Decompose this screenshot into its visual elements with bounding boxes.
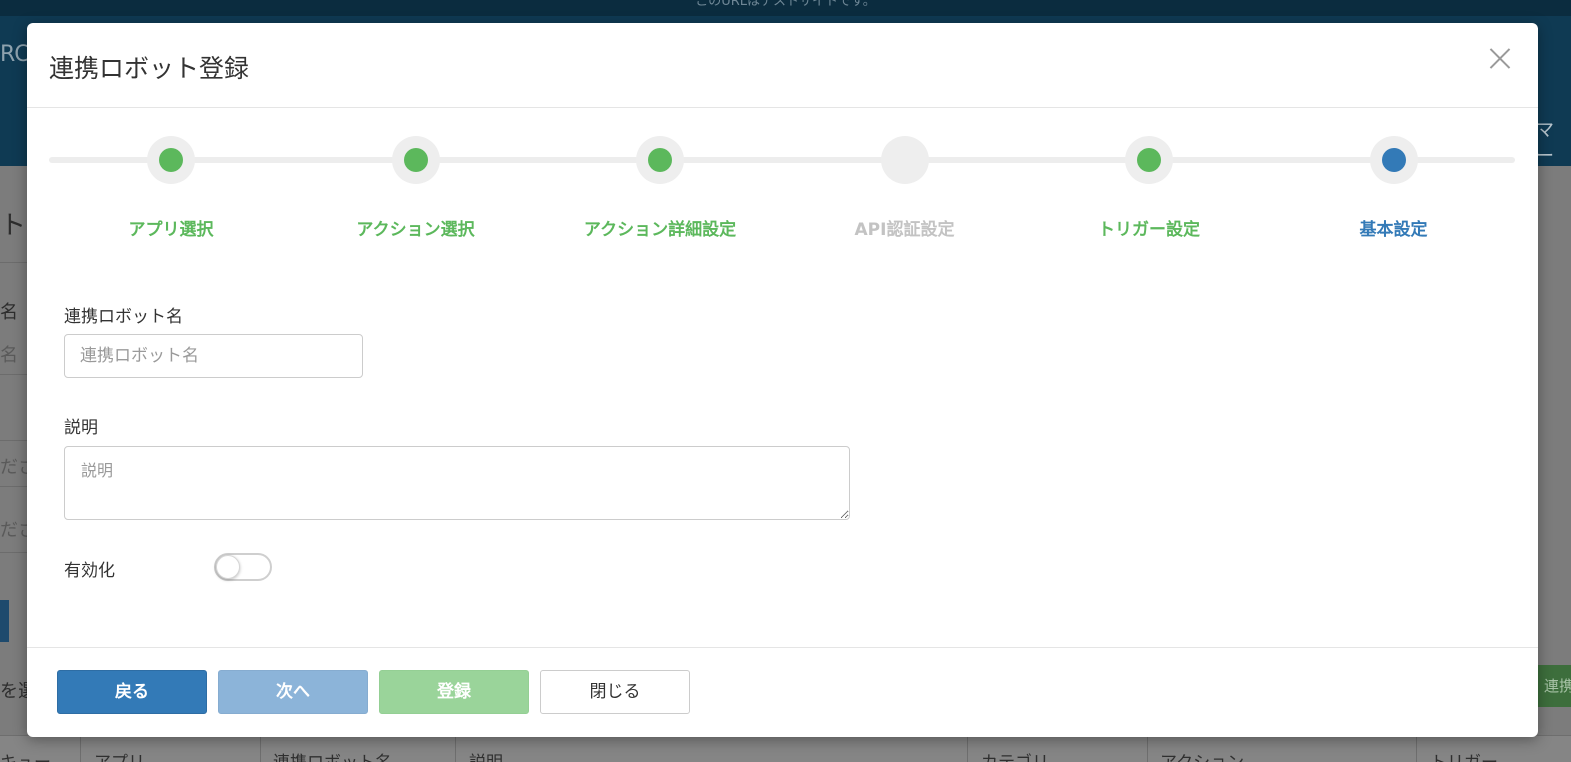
step-dot-icon [1381, 148, 1406, 172]
description-label: 説明 [64, 418, 98, 438]
table-column-header: アクション [1160, 748, 1244, 762]
step-label: アクション選択 [356, 220, 475, 240]
divider [0, 262, 27, 263]
step-indicator [1369, 136, 1418, 184]
robot-name-input[interactable] [64, 334, 363, 378]
register-button[interactable]: 登録 [379, 670, 529, 714]
table-column-header: トリガー [1430, 748, 1498, 762]
step-indicator [147, 136, 195, 184]
table-column-header: 説明 [469, 748, 503, 762]
column-divider [967, 736, 968, 762]
table-column-header: 連携ロボット名 [273, 748, 392, 762]
divider [0, 440, 27, 441]
column-divider [260, 736, 261, 762]
step-dot-icon [159, 148, 183, 172]
add-robot-button: 連携 [1538, 665, 1571, 707]
enable-toggle[interactable] [214, 553, 272, 581]
page-title-fragment: ト [0, 211, 27, 241]
column-divider [80, 736, 81, 762]
modal-footer: 戻る 次へ 登録 閉じる [27, 647, 1538, 737]
app-logo: RC [0, 42, 30, 67]
table-header: キュー アプリ 連携ロボット名 説明 カテゴリ アクション トリガー [0, 735, 1571, 762]
robot-name-label: 連携ロボット名 [64, 307, 183, 327]
divider [0, 552, 27, 553]
step-indicator [1125, 136, 1173, 184]
table-column-header: アプリ [94, 748, 145, 762]
step-label: アクション詳細設定 [583, 220, 737, 240]
header-menu-item: マー [1536, 120, 1554, 167]
wizard-step: アクション詳細設定 [538, 23, 783, 253]
table-column-header: カテゴリ [981, 748, 1049, 762]
wizard-step: トリガー設定 [1027, 23, 1272, 253]
step-indicator [880, 136, 929, 184]
field-input-fragment: 名 [0, 345, 18, 366]
divider [0, 486, 27, 487]
enable-label: 有効化 [64, 561, 115, 581]
column-divider [1147, 736, 1148, 762]
step-indicator [391, 136, 440, 184]
search-button [0, 600, 9, 642]
step-dot-icon [403, 148, 428, 172]
test-site-banner: このURLはテストサイトです。 [0, 0, 1571, 16]
close-button[interactable]: 閉じる [540, 670, 690, 714]
add-robot-label: 連携 [1544, 677, 1571, 695]
table-column-header: キュー [0, 748, 51, 762]
test-site-banner-text: このURLはテストサイトです。 [695, 0, 876, 9]
toggle-knob [216, 555, 240, 579]
next-button[interactable]: 次へ [218, 670, 368, 714]
wizard-step: アクション選択 [293, 23, 538, 253]
step-dot-icon [648, 148, 672, 172]
field-label-fragment: 名 [0, 302, 18, 323]
description-textarea[interactable] [64, 446, 850, 520]
column-divider [1416, 736, 1417, 762]
step-dot-icon [892, 148, 917, 172]
step-label: 基本設定 [1359, 220, 1428, 240]
wizard-step: アプリ選択 [49, 23, 294, 253]
step-label: トリガー設定 [1098, 220, 1200, 240]
step-label: API認証設定 [854, 220, 955, 240]
step-dot-icon [1137, 148, 1161, 172]
robot-registration-modal: 連携ロボット登録 アプリ選択 アクション選択 アクション詳細設定 API認証設定 トリガ… [27, 23, 1538, 737]
wizard-step: 基本設定 [1271, 23, 1516, 253]
back-button[interactable]: 戻る [57, 670, 207, 714]
step-label: アプリ選択 [128, 220, 214, 240]
wizard-step: API認証設定 [782, 23, 1027, 253]
divider [0, 374, 27, 375]
column-divider [455, 736, 456, 762]
step-indicator [636, 136, 684, 184]
